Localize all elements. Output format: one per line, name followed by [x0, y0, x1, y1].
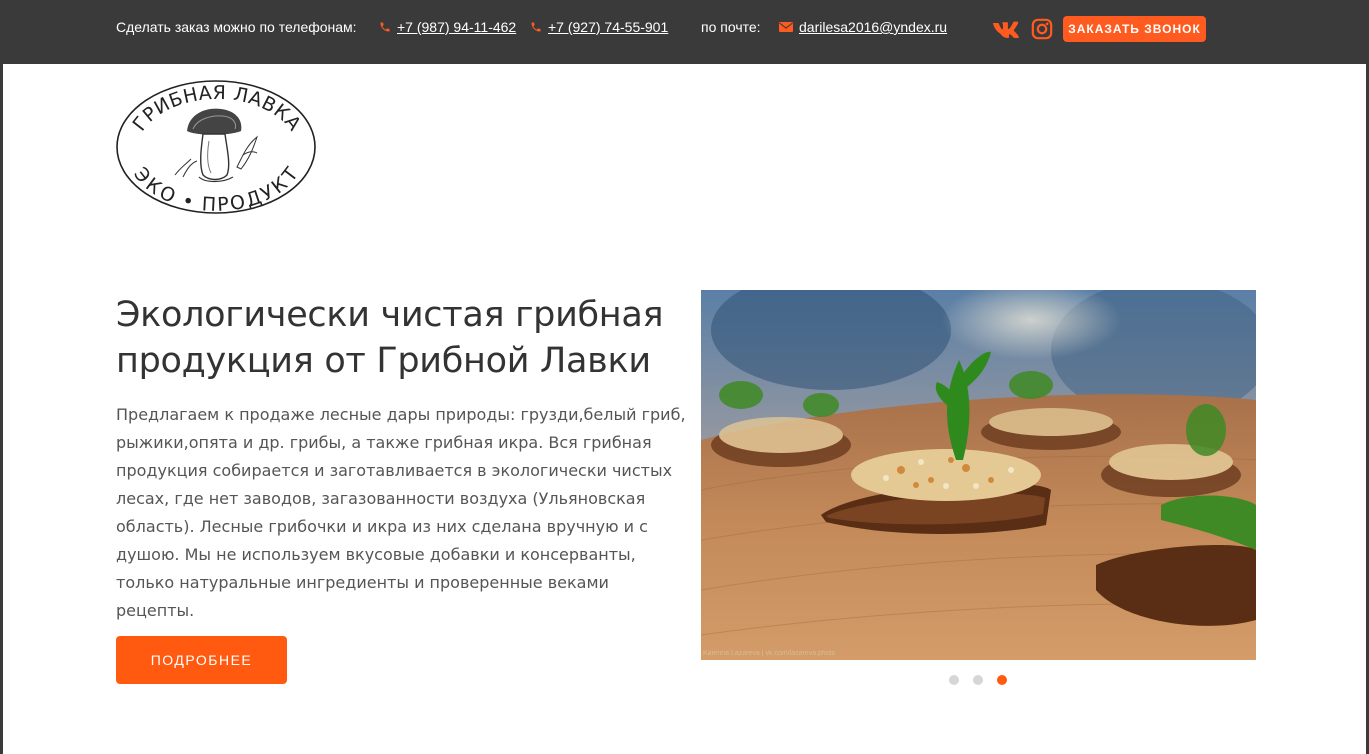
site-logo[interactable]: ГРИБНАЯ ЛАВКА ЭКО • ПРОДУКТ [115, 79, 317, 216]
callback-button[interactable]: ЗАКАЗАТЬ ЗВОНОК [1063, 16, 1206, 42]
hero-text-line: только натуральные ингредиенты и провере… [116, 573, 609, 620]
phones-label: Сделать заказ можно по телефонам: [116, 19, 357, 35]
logo-emblem: ГРИБНАЯ ЛАВКА ЭКО • ПРОДУКТ [116, 80, 316, 216]
hero-text-line: продукция собирается и заготавливается в… [116, 461, 673, 480]
slider-image[interactable] [701, 290, 1256, 660]
email-link[interactable]: darilesa2016@yndex.ru [779, 19, 947, 35]
phone-icon [531, 22, 541, 32]
more-button[interactable]: ПОДРОБНЕЕ [116, 636, 287, 684]
page-frame-left [0, 0, 3, 754]
email-label: по почте: [701, 19, 761, 35]
hero-description: Предлагаем к продаже лесные дары природы… [116, 401, 686, 625]
hero-title: Экологически чистая грибная продукция от… [116, 292, 696, 384]
food-photo [701, 290, 1256, 660]
email-text[interactable]: darilesa2016@yndex.ru [799, 19, 947, 35]
slider-dots [949, 675, 1007, 685]
hero-title-line-2: продукция от Грибной Лавки [116, 341, 651, 381]
slider-dot-3[interactable] [997, 675, 1007, 685]
phone-link-1[interactable]: +7 (987) 94-11-462 [379, 19, 516, 35]
phone-2-text[interactable]: +7 (927) 74-55-901 [548, 19, 668, 35]
vk-icon[interactable] [992, 20, 1022, 40]
mail-icon [779, 22, 793, 33]
instagram-icon[interactable] [1031, 18, 1053, 40]
hero-text-line: Предлагаем к продаже лесные дары природы… [116, 405, 686, 424]
slider-dot-2[interactable] [973, 675, 983, 685]
photo-credit: Katerina Lazareva | vk.com/lazareva.phot… [703, 650, 836, 657]
hero-text-line: рыжики,опята и др. грибы, а также грибна… [116, 433, 652, 452]
slider-dot-1[interactable] [949, 675, 959, 685]
top-bar: Сделать заказ можно по телефонам: +7 (98… [0, 0, 1369, 64]
hero-text-line: душою. Мы не используем вкусовые добавки… [116, 545, 636, 564]
phone-1-text[interactable]: +7 (987) 94-11-462 [397, 19, 516, 35]
hero-title-line-1: Экологически чистая грибная [116, 295, 664, 335]
hero-text-line: лесах, где нет заводов, загазованности в… [116, 489, 646, 508]
phone-icon [380, 22, 390, 32]
phone-link-2[interactable]: +7 (927) 74-55-901 [530, 19, 668, 35]
hero-text-line: область). Лесные грибочки и икра из них … [116, 517, 648, 536]
